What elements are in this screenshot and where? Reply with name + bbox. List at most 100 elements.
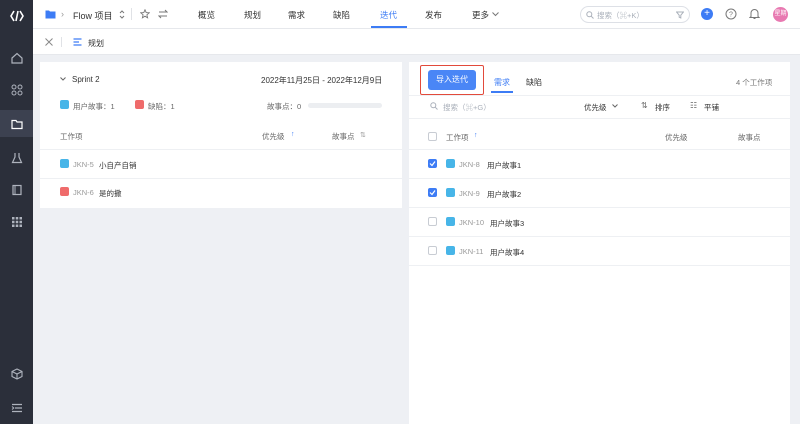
tab-overview[interactable]: 概览 <box>198 9 215 21</box>
chevron-down-icon <box>492 12 499 17</box>
import-iteration-button[interactable]: 导入迭代 <box>428 70 476 90</box>
priority-filter[interactable]: 优先级 <box>584 102 607 113</box>
work-item-title[interactable]: 用户故事3 <box>490 218 524 229</box>
active-tab-indicator <box>371 26 407 28</box>
cube-icon[interactable] <box>9 366 24 381</box>
active-tab-indicator <box>491 91 513 93</box>
row-checkbox[interactable] <box>428 217 437 226</box>
tab-requirements[interactable]: 需求 <box>494 77 510 88</box>
tab-requirements[interactable]: 需求 <box>288 9 305 21</box>
sprint-date-range: 2022年11月25日 - 2022年12月9日 <box>261 76 383 85</box>
tab-planning[interactable]: 规划 <box>244 9 261 21</box>
work-item-id: JKN-9 <box>459 189 480 198</box>
home-icon[interactable] <box>9 50 24 65</box>
work-item-title[interactable]: 用户故事4 <box>490 247 524 258</box>
divider <box>61 37 62 47</box>
sort-asc-icon[interactable]: ↑ <box>474 132 478 139</box>
planning-icon <box>73 38 82 46</box>
grid-icon[interactable] <box>9 214 24 229</box>
divider <box>409 265 790 266</box>
search-placeholder: 搜索（⌘+K） <box>597 11 644 20</box>
project-switch-icon[interactable] <box>119 10 125 19</box>
sort-icon[interactable]: ⇅ <box>360 131 366 139</box>
project-name[interactable]: Flow 项目 <box>73 9 113 22</box>
chevron-down-icon[interactable] <box>60 77 66 81</box>
table-row[interactable]: JKN-9 用户故事2 <box>409 179 790 207</box>
wiki-book-icon[interactable] <box>9 182 24 197</box>
story-type-icon <box>446 217 455 226</box>
svg-text:?: ? <box>729 12 733 19</box>
breadcrumb-separator-icon: › <box>61 9 64 19</box>
project-folder-icon <box>45 10 56 19</box>
column-header-points[interactable]: 故事点 <box>738 132 761 143</box>
work-item-id: JKN-5 <box>73 160 94 169</box>
work-item-id: JKN-8 <box>459 160 480 169</box>
work-item-id: JKN-6 <box>73 188 94 197</box>
swap-icon[interactable] <box>158 9 168 19</box>
chevron-down-icon <box>612 104 618 108</box>
help-icon[interactable]: ? <box>725 8 737 20</box>
search-icon <box>430 102 438 110</box>
column-header-item: 工作项 <box>60 132 83 141</box>
sort-button[interactable]: 排序 <box>655 102 670 113</box>
sort-asc-icon[interactable]: ↑ <box>291 131 295 138</box>
work-item-title[interactable]: 用户故事1 <box>487 160 521 171</box>
filter-icon[interactable] <box>676 11 684 19</box>
tab-more[interactable]: 更多 <box>472 9 489 21</box>
story-type-icon <box>60 159 69 168</box>
app-logo-icon[interactable] <box>9 8 24 23</box>
column-header-points[interactable]: 故事点 <box>332 131 355 142</box>
star-icon[interactable] <box>140 9 150 19</box>
bug-type-icon <box>60 187 69 196</box>
story-count: 用户故事：1 <box>73 102 115 111</box>
table-row[interactable]: JKN-10 用户故事3 <box>409 208 790 236</box>
work-item-count: 4 个工作项 <box>736 78 773 87</box>
column-header-priority[interactable]: 优先级 <box>665 132 688 143</box>
tab-release[interactable]: 发布 <box>425 9 442 21</box>
row-checkbox[interactable] <box>428 246 437 255</box>
sprint-name[interactable]: Sprint 2 <box>72 75 100 84</box>
work-item-id: JKN-10 <box>459 218 485 227</box>
story-points: 故事点：0 <box>267 102 302 111</box>
search-icon <box>586 11 594 19</box>
test-flask-icon[interactable] <box>9 150 24 165</box>
add-icon[interactable]: + <box>701 8 713 20</box>
app-rail <box>0 0 33 424</box>
select-all-checkbox[interactable] <box>428 132 437 141</box>
work-item-title[interactable]: 用户故事2 <box>487 189 521 200</box>
divider <box>409 118 790 119</box>
divider <box>409 95 790 96</box>
story-type-icon <box>60 100 69 109</box>
tab-iterations[interactable]: 迭代 <box>380 9 397 21</box>
divider <box>131 8 132 20</box>
table-row[interactable]: JKN-11 用户故事4 <box>409 237 790 265</box>
apps-icon[interactable] <box>9 82 24 97</box>
bug-count: 缺陷：1 <box>148 102 175 111</box>
bell-icon[interactable] <box>749 8 760 20</box>
top-navigation-bar: › Flow 项目 概览 规划 需求 缺陷 迭代 发布 更多 搜索（⌘+K） +… <box>33 0 800 29</box>
table-row[interactable]: JKN-5 小自产自销 <box>40 150 402 178</box>
work-item-title[interactable]: 小自产自销 <box>99 160 137 171</box>
tab-defects[interactable]: 缺陷 <box>526 77 542 88</box>
global-search-input[interactable]: 搜索（⌘+K） <box>580 6 690 23</box>
work-item-title[interactable]: 是的撒 <box>99 188 122 199</box>
work-item-id: JKN-11 <box>459 247 484 256</box>
tab-defects[interactable]: 缺陷 <box>333 9 350 21</box>
page-title: 规划 <box>88 39 104 48</box>
flat-view-button[interactable]: 平铺 <box>704 102 719 113</box>
flat-list-icon[interactable]: ☷ <box>690 101 697 110</box>
avatar[interactable]: 星期 <box>773 7 788 22</box>
sort-icon[interactable]: ⇅ <box>641 101 648 110</box>
table-row[interactable]: JKN-8 用户故事1 <box>409 150 790 178</box>
menu-collapse-icon[interactable] <box>9 400 24 415</box>
column-header-priority[interactable]: 优先级 <box>262 131 285 142</box>
story-type-icon <box>446 159 455 168</box>
sprint-panel: Sprint 2 2022年11月25日 - 2022年12月9日 用户故事：1… <box>40 62 402 208</box>
project-folder-icon[interactable] <box>9 116 24 131</box>
points-progress-bar <box>308 103 382 108</box>
row-checkbox[interactable] <box>428 159 437 168</box>
backlog-search-input[interactable]: 搜索（⌘+G） <box>443 102 491 113</box>
table-row[interactable]: JKN-6 是的撒 <box>40 179 402 207</box>
close-icon[interactable] <box>45 38 53 46</box>
row-checkbox[interactable] <box>428 188 437 197</box>
